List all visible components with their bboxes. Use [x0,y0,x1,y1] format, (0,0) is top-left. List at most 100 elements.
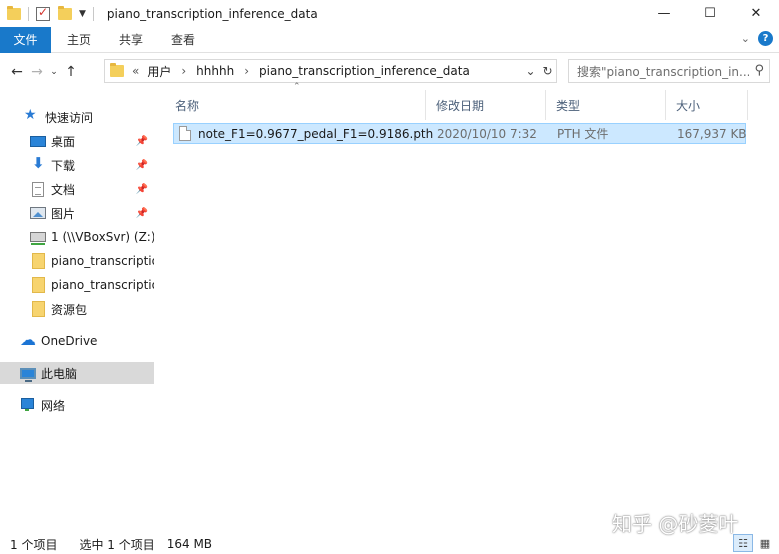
address-history-dropdown-icon[interactable]: ⌄ [522,64,539,78]
breadcrumb-separator-icon[interactable]: › [181,64,186,78]
ribbon-tabs: 文件 主页 共享 查看 ⌄ ? [0,26,779,53]
status-item-count: 1 个项目 [10,537,58,552]
sidebar-item-label: 1 (\\VBoxSvr) (Z:) [51,230,154,244]
new-folder-icon[interactable] [58,5,72,20]
sidebar-item-label: 图片 [51,206,76,221]
maximize-button[interactable]: ☐ [687,0,733,26]
sidebar-item-folder[interactable]: 资源包 [0,298,154,320]
sidebar-item-label: 下载 [51,158,76,173]
expand-ribbon-chevron-icon[interactable]: ⌄ [741,32,750,45]
navigation-bar: ← → ⌄ ↑ « 用户 › hhhhh › piano_transcripti… [0,58,779,86]
navigation-pane: 快速访问 桌面 📌 下载 📌 文档 📌 图片 📌 1 (\\VBoxSvr) (… [0,96,160,526]
watermark: 知乎 @砂菱叶 [612,512,739,536]
table-row[interactable]: note_F1=0.9677_pedal_F1=0.9186.pth 2020/… [173,123,747,144]
properties-icon[interactable] [36,5,50,21]
pin-icon: 📌 [135,183,148,195]
file-size: 167,937 KB [677,126,747,141]
back-arrow-icon[interactable]: ← [7,64,27,80]
window-title: piano_transcription_inference_data [106,6,318,21]
picture-icon [30,207,46,219]
search-icon[interactable]: ⚲ [754,63,764,78]
sidebar-item-network-drive[interactable]: 1 (\\VBoxSvr) (Z:) [0,226,154,248]
sidebar-item-this-pc[interactable]: 此电脑 [0,362,154,384]
pin-icon: 📌 [135,207,148,219]
refresh-icon[interactable]: ↻ [539,64,556,78]
window-controls: — ☐ ✕ [641,0,779,26]
status-selected-size: 164 MB [166,537,213,551]
pin-icon: 📌 [135,135,148,147]
tab-view[interactable]: 查看 [157,27,209,53]
folder-icon [32,277,45,293]
column-header-date[interactable]: 修改日期 [426,90,546,120]
breadcrumb-separator-icon[interactable]: › [244,64,249,78]
search-box[interactable]: 搜索"piano_transcription_in... ⚲ [568,59,770,83]
cloud-icon [20,330,36,349]
sidebar-item-label: 此电脑 [41,366,78,381]
customize-toolbar-dropdown-icon[interactable]: ▼ [79,9,86,19]
quick-access-toolbar: ▼ [0,5,101,21]
network-icon [20,398,36,412]
up-arrow-icon[interactable]: ↑ [61,64,81,80]
minimize-button[interactable]: — [641,0,687,26]
download-icon [30,154,46,172]
forward-arrow-icon[interactable]: → [27,64,47,80]
folder-icon [7,5,21,20]
star-icon [24,107,40,124]
column-header-size[interactable]: 大小 [666,90,748,120]
toolbar-divider [92,6,94,21]
recent-locations-chevron-icon[interactable]: ⌄ [47,67,61,77]
sidebar-item-onedrive[interactable]: OneDrive [0,330,154,352]
file-date: 2020/10/10 7:32 [437,126,537,141]
column-header-type[interactable]: 类型 [546,90,666,120]
breadcrumb-current-folder[interactable]: piano_transcription_inference_data [259,64,470,78]
breadcrumb-hhhhh[interactable]: hhhhh [196,64,234,78]
folder-icon [32,253,45,269]
sidebar-item-label: piano_transcriptio [51,254,154,268]
status-bar: 1 个项目 选中 1 个项目 164 MB ☷ ▦ [0,534,779,554]
folder-icon [32,301,45,317]
sidebar-item-folder[interactable]: piano_transcriptio [0,274,154,296]
file-name: note_F1=0.9677_pedal_F1=0.9186.pth [198,126,434,141]
sidebar-item-documents[interactable]: 文档 📌 [0,178,154,200]
sidebar-item-label: 网络 [41,398,66,413]
sidebar-item-network[interactable]: 网络 [0,394,154,416]
address-bar-actions: ⌄ ↻ [522,60,556,82]
sidebar-item-quick-access[interactable]: 快速访问 [24,106,154,128]
sidebar-item-label: 快速访问 [45,110,94,125]
breadcrumb-overflow[interactable]: « [132,64,139,78]
help-icon[interactable]: ? [758,31,773,46]
sidebar-item-downloads[interactable]: 下载 📌 [0,154,154,176]
view-toggle: ☷ ▦ [733,534,775,552]
sidebar-item-folder[interactable]: piano_transcriptio [0,250,154,272]
tab-file[interactable]: 文件 [0,26,51,53]
pin-icon: 📌 [135,159,148,171]
tab-home[interactable]: 主页 [51,27,105,53]
status-selected-count: 选中 1 个项目 [79,537,155,552]
sidebar-item-pictures[interactable]: 图片 📌 [0,202,154,224]
sidebar-item-label: 桌面 [51,134,76,149]
close-button[interactable]: ✕ [733,0,779,26]
sidebar-item-desktop[interactable]: 桌面 📌 [0,130,154,152]
file-name-cell[interactable]: note_F1=0.9677_pedal_F1=0.9186.pth [179,124,433,143]
sidebar-item-label: OneDrive [41,334,98,348]
address-bar[interactable]: « 用户 › hhhhh › piano_transcription_infer… [104,59,557,83]
column-headers: ⌃ 名称 修改日期 类型 大小 [165,82,755,120]
folder-icon [110,63,124,77]
ribbon-right-controls: ⌄ ? [741,31,773,46]
column-header-name[interactable]: 名称 [165,90,426,120]
sidebar-item-label: 资源包 [51,302,88,317]
large-icons-view-icon[interactable]: ▦ [755,534,775,552]
title-bar: ▼ piano_transcription_inference_data — ☐… [0,0,779,27]
file-type: PTH 文件 [557,127,609,141]
computer-icon [20,367,36,382]
file-list: ⌃ 名称 修改日期 类型 大小 note_F1=0.9677_pedal_F1=… [165,82,779,526]
document-icon [32,181,44,197]
desktop-icon [30,135,46,147]
network-drive-icon [30,232,46,245]
search-input[interactable]: 搜索"piano_transcription_in... [577,63,749,80]
tab-share[interactable]: 共享 [105,27,157,53]
sidebar-item-label: piano_transcriptio [51,278,154,292]
toolbar-divider [28,6,29,21]
sidebar-item-label: 文档 [51,182,76,197]
breadcrumb-users[interactable]: 用户 [147,63,171,80]
